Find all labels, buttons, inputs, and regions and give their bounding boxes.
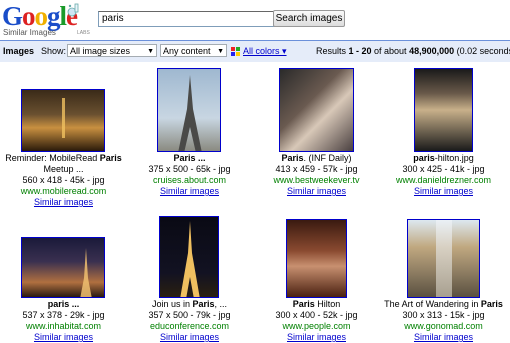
result-title-line2: Meetup ...: [43, 164, 84, 174]
result-thumbnail[interactable]: [21, 89, 105, 152]
result-meta: 300 x 425 - 41k - jpg: [402, 164, 485, 174]
image-size-select[interactable]: All image sizes ▼: [67, 44, 157, 57]
dropdown-arrow-icon: ▼: [217, 48, 224, 55]
labs-label: LABS: [77, 30, 90, 36]
result-domain: www.mobileread.com: [20, 186, 107, 196]
result-meta: 537 x 378 - 29k - jpg: [22, 310, 105, 320]
result-domain: educonference.com: [149, 321, 230, 331]
result-domain: www.bestweekever.tv: [273, 175, 360, 185]
similar-images-link[interactable]: Similar images: [380, 332, 507, 343]
result-title: paris-hilton.jpg: [413, 153, 474, 163]
logo-letter: o: [34, 1, 48, 31]
logo-subtitle: Similar Images: [3, 28, 56, 37]
content-type-select[interactable]: Any content ▼: [160, 44, 227, 57]
result-thumbnail[interactable]: [157, 68, 221, 152]
result-domain: www.gonomad.com: [404, 321, 483, 331]
color-grid-icon: [231, 47, 240, 56]
similar-images-link[interactable]: Similar images: [0, 332, 127, 343]
image-size-value: All image sizes: [70, 46, 131, 56]
dropdown-arrow-icon: ▼: [147, 48, 154, 55]
result-title: paris ...: [47, 299, 80, 309]
result-meta: 300 x 400 - 52k - jpg: [275, 310, 358, 320]
result-title: The Art of Wandering in Paris: [384, 299, 503, 309]
result-thumbnail[interactable]: [21, 237, 105, 298]
result-domain: cruises.about.com: [152, 175, 227, 185]
result-domain: www.inhabitat.com: [25, 321, 102, 331]
section-label: Images: [3, 46, 35, 56]
result-meta: 413 x 459 - 57k - jpg: [275, 164, 358, 174]
content-type-value: Any content: [163, 46, 211, 56]
similar-images-link[interactable]: Similar images: [380, 186, 507, 197]
result-thumbnail[interactable]: [279, 68, 354, 152]
result-thumbnail[interactable]: [414, 68, 473, 152]
similar-images-link[interactable]: Similar images: [0, 197, 127, 208]
logo-letter: o: [22, 1, 35, 31]
result-meta: 375 x 500 - 65k - jpg: [148, 164, 231, 174]
results-toolbar: Images Show: All image sizes ▼ Any conte…: [0, 41, 510, 62]
result-title: Paris Hilton: [292, 299, 341, 309]
result-thumbnail[interactable]: [286, 219, 347, 298]
result-title: Reminder: MobileRead Paris: [5, 153, 122, 163]
logo-letter: g: [47, 1, 60, 31]
search-images-button[interactable]: Search images: [273, 10, 345, 27]
google-similar-images-logo[interactable]: Google Similar Images LABS: [2, 1, 97, 37]
similar-images-link[interactable]: Similar images: [126, 186, 253, 197]
result-thumbnail[interactable]: [407, 219, 480, 298]
result-meta: 357 x 500 - 79k - jpg: [148, 310, 231, 320]
result-domain: www.people.com: [282, 321, 351, 331]
all-colors-link[interactable]: All colors ▾: [243, 46, 287, 57]
result-title: Paris ...: [173, 153, 206, 163]
similar-images-link[interactable]: Similar images: [253, 332, 380, 343]
result-thumbnail[interactable]: [159, 216, 219, 298]
similar-images-link[interactable]: Similar images: [253, 186, 380, 197]
result-domain: www.danieldrezner.com: [395, 175, 492, 185]
similar-images-link[interactable]: Similar images: [126, 332, 253, 343]
result-title: Join us in Paris, ...: [151, 299, 228, 309]
logo-letter: G: [2, 1, 23, 31]
result-meta: 300 x 313 - 15k - jpg: [402, 310, 485, 320]
result-title: Paris. (INF Daily): [281, 153, 352, 163]
result-meta: 560 x 418 - 45k - jpg: [22, 175, 105, 185]
search-input[interactable]: [98, 11, 276, 27]
results-summary: Results 1 - 20 of about 48,900,000 (0.02…: [316, 46, 510, 56]
show-label: Show:: [41, 46, 67, 56]
test-tube-icon: [67, 3, 79, 17]
top-bar: Google Similar Images LABS Search images: [0, 0, 510, 40]
